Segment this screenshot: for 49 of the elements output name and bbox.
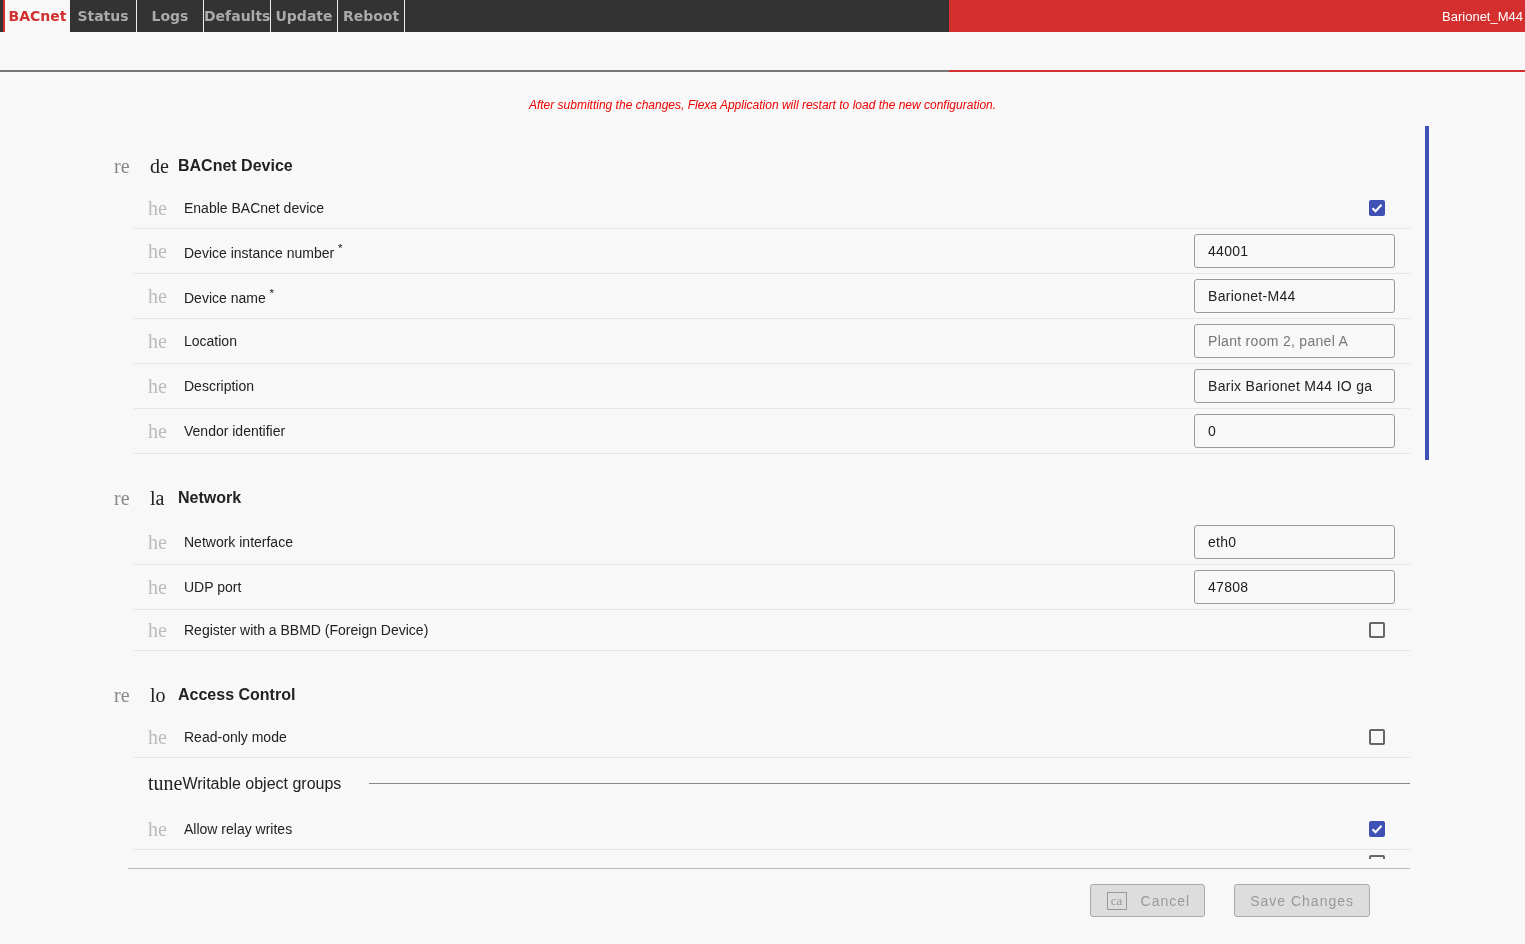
- checkbox[interactable]: [1369, 821, 1385, 837]
- help-icon-text: he: [148, 284, 168, 308]
- title-icon-text: la: [150, 486, 166, 510]
- setting-label: Description: [184, 378, 255, 394]
- help-icon-text: he: [148, 725, 168, 749]
- help-icon-text: he: [148, 374, 168, 398]
- text-field[interactable]: Plant room 2, panel A: [1194, 324, 1395, 358]
- group-icon-text: tune: [148, 772, 183, 795]
- section-icon-text: re: [114, 683, 131, 707]
- section-title: BACnet Device: [178, 157, 293, 175]
- setting-label: Device instance number $^{*}$: [184, 241, 343, 261]
- restart-notice: After submitting the changes, Flexa Application will restart to load the new configuration.: [527, 97, 998, 113]
- help-icon-text: he: [148, 196, 168, 220]
- setting-label: Network interface: [184, 534, 293, 550]
- scrollbar-thumb[interactable]: [1425, 126, 1429, 460]
- section-title: Network: [178, 489, 242, 507]
- setting-label: Location: [184, 333, 237, 349]
- checkbox[interactable]: [1369, 729, 1385, 745]
- section-icon-text: re: [114, 486, 131, 510]
- text-field[interactable]: 44001: [1194, 234, 1395, 268]
- setting-label: Enable BACnet device: [184, 200, 325, 216]
- help-icon-text: he: [148, 618, 168, 642]
- setting-label: Allow relay writes: [184, 821, 293, 837]
- group-title: Writable object groups: [182, 774, 342, 793]
- section-icon-text: re: [114, 154, 131, 178]
- setting-label: Vendor identifier: [184, 423, 286, 439]
- text-field[interactable]: Barionet-M44: [1194, 279, 1395, 313]
- checkbox[interactable]: [1369, 200, 1385, 216]
- text-field[interactable]: 47808: [1194, 570, 1395, 604]
- help-icon-text: he: [148, 817, 168, 841]
- nav-tab[interactable]: Defaults: [204, 0, 271, 32]
- help-icon-text: he: [148, 575, 168, 599]
- setting-label: UDP port: [184, 579, 242, 595]
- text-field[interactable]: eth0: [1194, 525, 1395, 559]
- checkbox[interactable]: [1369, 622, 1385, 638]
- device-name: Barionet_M44: [1442, 8, 1523, 24]
- section-title: Access Control: [178, 686, 296, 704]
- help-icon-text: he: [148, 419, 168, 443]
- text-field[interactable]: Barix Barionet M44 IO ga: [1194, 369, 1395, 403]
- setting-label: Device name $^{*}$: [184, 286, 275, 306]
- help-icon-text: he: [148, 530, 168, 554]
- nav-tab[interactable]: BACnet: [3, 0, 70, 32]
- text-field[interactable]: 0: [1194, 414, 1395, 448]
- setting-label: Register with a BBMD (Foreign Device): [184, 622, 429, 638]
- title-icon-text: de: [150, 154, 170, 178]
- title-icon-text: lo: [150, 683, 167, 707]
- help-icon-text: he: [148, 239, 168, 263]
- setting-label: Read-only mode: [184, 729, 287, 745]
- help-icon-text: he: [148, 329, 168, 353]
